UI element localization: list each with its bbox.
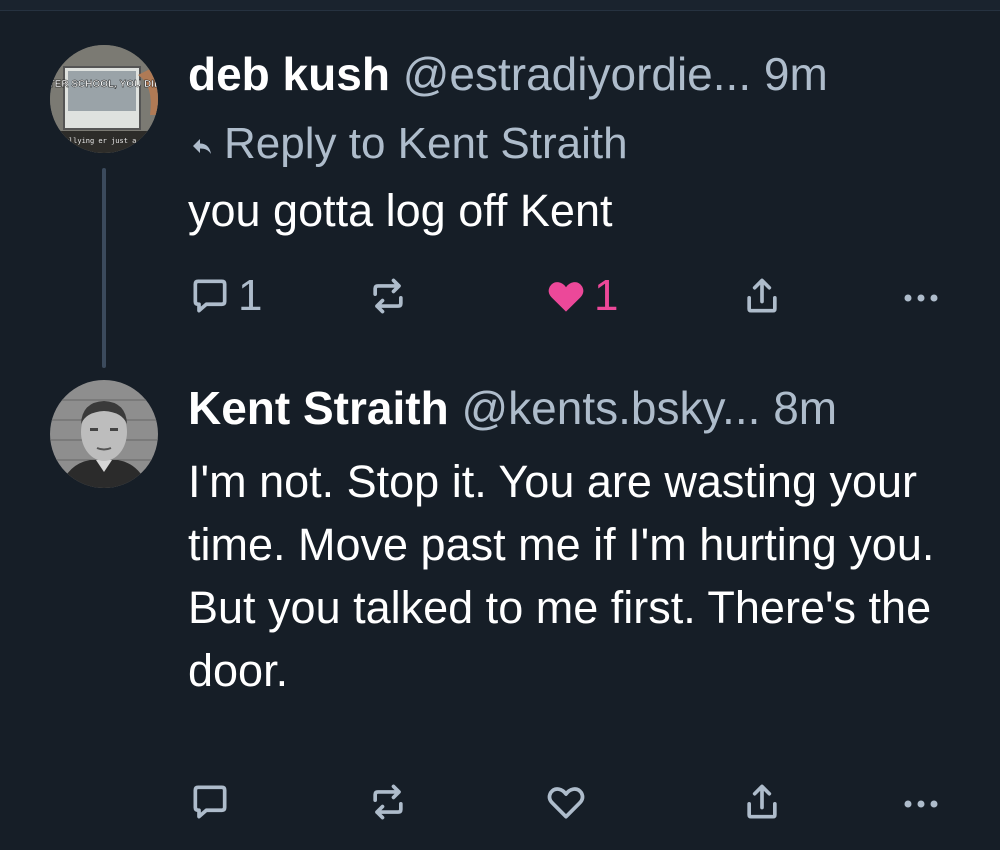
share-icon: [747, 784, 777, 819]
author-name[interactable]: Kent Straith: [188, 382, 449, 434]
post-kent-straith[interactable]: Kent Straith @kents.bsky... 8m I'm not. …: [0, 380, 1000, 850]
heart-outline-icon: [547, 787, 585, 819]
comment-icon: [193, 279, 227, 313]
repost-icon: [373, 278, 403, 314]
post-actions: 1 1: [0, 266, 1000, 326]
avatar[interactable]: AFTER SCHOOL, YOU DIE!" ber bullying er …: [50, 45, 158, 153]
author-handle[interactable]: @kents.bsky...: [461, 382, 760, 434]
avatar[interactable]: [50, 380, 158, 488]
heart-icon: [548, 282, 584, 312]
avatar-caption-bottom: ber bullying er just a: [50, 137, 136, 145]
like-count: 1: [594, 271, 619, 320]
post-deb-kush[interactable]: AFTER SCHOOL, YOU DIE!" ber bullying er …: [0, 0, 1000, 380]
share-button[interactable]: [740, 266, 784, 326]
avatar-image: [50, 380, 158, 488]
share-button[interactable]: [740, 772, 784, 832]
reply-count: 1: [238, 271, 263, 320]
more-options-button[interactable]: [898, 266, 944, 326]
share-icon: [747, 278, 777, 313]
post-time[interactable]: 8m: [773, 382, 837, 434]
repost-icon: [373, 784, 403, 820]
author-handle[interactable]: @estradiyordie...: [403, 48, 751, 100]
avatar-image: AFTER SCHOOL, YOU DIE!" ber bullying er …: [50, 45, 158, 153]
reply-button[interactable]: 1: [188, 266, 262, 326]
more-icon: [904, 800, 938, 808]
post-header: Kent Straith @kents.bsky... 8m: [188, 380, 837, 436]
more-options-button[interactable]: [898, 772, 944, 832]
repost-button[interactable]: [366, 266, 410, 326]
like-button[interactable]: [544, 772, 594, 832]
reply-button[interactable]: [188, 772, 238, 832]
post-text: I'm not. Stop it. You are wasting your t…: [188, 456, 935, 696]
reply-arrow-icon: [193, 139, 211, 155]
avatar-caption-top: AFTER SCHOOL, YOU DIE!": [50, 79, 158, 90]
reply-to-label[interactable]: Reply to Kent Straith: [190, 118, 628, 170]
reply-to-text: Reply to Kent Straith: [224, 119, 628, 168]
post-actions: [0, 772, 1000, 832]
post-text: you gotta log off Kent: [188, 185, 613, 236]
more-icon: [904, 294, 938, 302]
post-header: deb kush @estradiyordie... 9m: [188, 46, 828, 102]
comment-icon: [193, 785, 227, 819]
post-time[interactable]: 9m: [764, 48, 828, 100]
like-button[interactable]: 1: [544, 266, 618, 326]
repost-button[interactable]: [366, 772, 410, 832]
author-name[interactable]: deb kush: [188, 48, 390, 100]
